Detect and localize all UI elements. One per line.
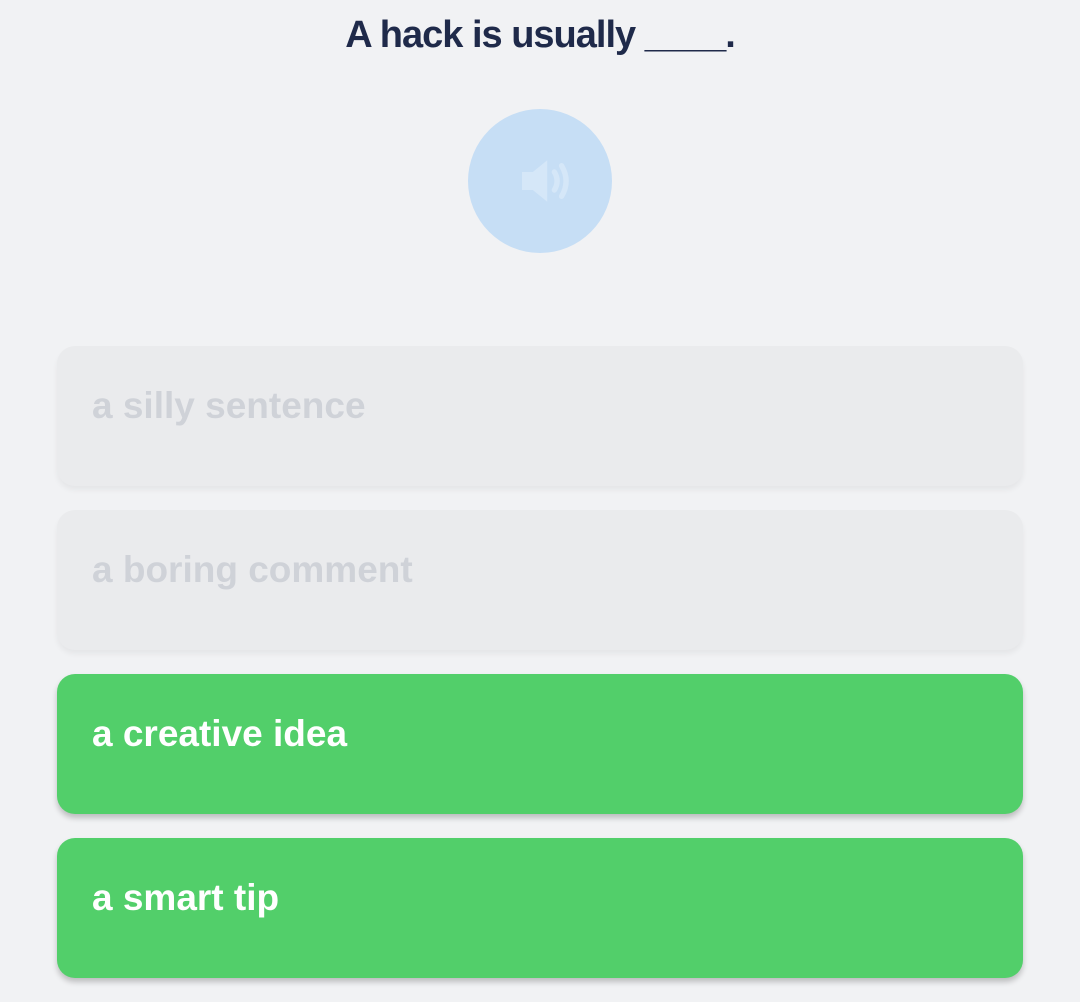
- answer-option-label: a smart tip: [92, 877, 280, 918]
- answer-option-boring-comment[interactable]: a boring comment: [57, 510, 1023, 650]
- answer-option-label: a silly sentence: [92, 385, 366, 426]
- question-text: A hack is usually ____.: [345, 14, 736, 56]
- answer-options: a silly sentence a boring comment a crea…: [57, 346, 1023, 1002]
- answer-option-smart-tip[interactable]: a smart tip: [57, 838, 1023, 978]
- answer-option-creative-idea[interactable]: a creative idea: [57, 674, 1023, 814]
- speaker-icon: [522, 160, 569, 202]
- answer-option-silly-sentence[interactable]: a silly sentence: [57, 346, 1023, 486]
- answer-option-label: a boring comment: [92, 549, 413, 590]
- play-audio-button[interactable]: [468, 109, 612, 253]
- answer-option-label: a creative idea: [92, 713, 348, 754]
